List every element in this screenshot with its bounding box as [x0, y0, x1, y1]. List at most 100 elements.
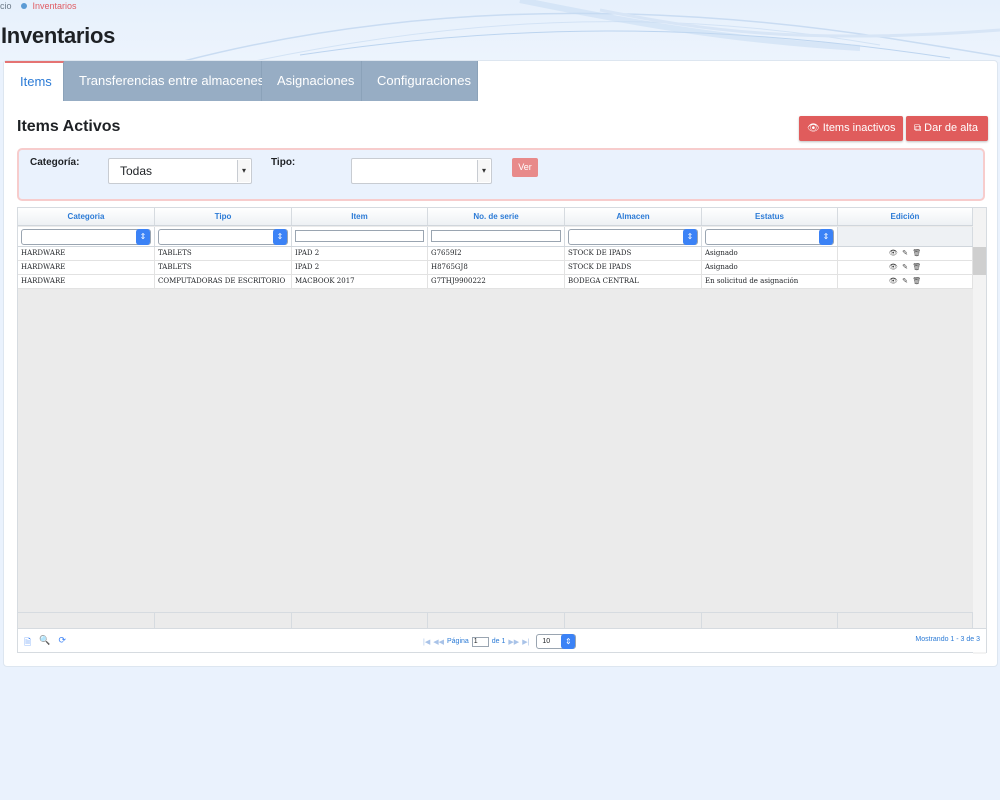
page-of-label: de 1	[491, 638, 506, 645]
column-header-estatus[interactable]: Estatus	[702, 208, 838, 225]
table-row[interactable]: HARDWARE COMPUTADORAS DE ESCRITORIO MACB…	[18, 275, 973, 289]
column-header-edicion: Edición	[838, 208, 973, 225]
cell-categoria: HARDWARE	[18, 275, 155, 288]
items-inactivos-label: Items inactivos	[822, 122, 896, 134]
ver-button[interactable]: Ver	[512, 158, 538, 177]
serie-column-filter[interactable]	[431, 230, 561, 242]
cell-item: IPAD 2	[292, 247, 428, 260]
breadcrumb-home[interactable]: cio	[0, 0, 12, 12]
item-column-filter[interactable]	[295, 230, 424, 242]
prev-page-icon[interactable]: ◀◀	[433, 638, 444, 646]
dar-de-alta-label: Dar de alta	[924, 122, 978, 134]
column-header-serie[interactable]: No. de serie	[428, 208, 565, 225]
updown-icon: ⇕	[136, 229, 150, 245]
view-eye-icon[interactable]: 👁	[889, 263, 898, 271]
table-row[interactable]: HARDWARE TABLETS IPAD 2 H8765GJ8 STOCK D…	[18, 261, 973, 275]
header-wave-decoration	[179, 0, 1000, 62]
tab-transferencias[interactable]: Transferencias entre almacenes	[64, 61, 264, 101]
filter-cell-tipo: ⇕	[155, 227, 292, 246]
column-header-almacen[interactable]: Almacen	[565, 208, 702, 225]
last-page-icon[interactable]: ▶|	[522, 638, 529, 646]
breadcrumb: cio Inventarios	[0, 0, 77, 12]
search-icon[interactable]: 🔍	[39, 635, 50, 651]
categoria-label: Categoría:	[30, 157, 80, 168]
chevron-down-icon: ▾	[237, 160, 250, 182]
updown-icon: ⇕	[683, 229, 697, 245]
filter-panel: Categoría: Todas ▾ Tipo: ▾ Ver	[17, 148, 985, 201]
view-eye-icon[interactable]: 👁	[889, 249, 898, 257]
trash-icon[interactable]: 🗑	[912, 263, 921, 271]
page-label: Página	[446, 638, 469, 645]
filter-cell-serie	[428, 227, 565, 246]
external-link-icon: ⧉	[914, 123, 922, 134]
tab-items[interactable]: Items	[5, 61, 64, 101]
tab-bar: Items Transferencias entre almacenes Asi…	[5, 61, 478, 101]
grid-body: HARDWARE TABLETS IPAD 2 G7659I2 STOCK DE…	[18, 247, 973, 289]
eye-icon: 👁	[807, 123, 820, 134]
categoria-select-value: Todas	[120, 164, 153, 178]
refresh-icon[interactable]: ⟳	[58, 635, 66, 651]
tipo-select[interactable]: ▾	[351, 158, 492, 184]
cell-categoria: HARDWARE	[18, 261, 155, 274]
items-grid: Categoria Tipo Item No. de serie Almacen…	[17, 207, 987, 654]
breadcrumb-dot-icon	[20, 3, 27, 9]
scrollbar-thumb[interactable]	[973, 247, 986, 275]
table-row[interactable]: HARDWARE TABLETS IPAD 2 G7659I2 STOCK DE…	[18, 247, 973, 261]
column-header-categoria[interactable]: Categoria	[18, 208, 155, 225]
grid-scrollbar[interactable]	[973, 208, 986, 654]
items-inactivos-button[interactable]: 👁 Items inactivos	[799, 116, 903, 141]
header-background	[0, 0, 1000, 62]
filter-cell-item	[292, 227, 428, 246]
next-page-icon[interactable]: ▶▶	[508, 638, 519, 646]
rows-per-page-value: 10	[542, 638, 551, 645]
categoria-column-filter[interactable]: ⇕	[21, 229, 151, 245]
breadcrumb-current: Inventarios	[32, 1, 77, 11]
tipo-label: Tipo:	[271, 157, 296, 168]
cell-edicion: 👁 ✎ 🗑	[838, 247, 973, 260]
cell-estatus: Asignado	[702, 261, 838, 274]
categoria-select[interactable]: Todas ▾	[108, 158, 252, 184]
cell-estatus: Asignado	[702, 247, 838, 260]
updown-icon: ⇕	[819, 229, 833, 245]
column-header-tipo[interactable]: Tipo	[155, 208, 292, 225]
grid-pager: 🗎 🔍 ⟳ |◀ ◀◀ Página 1 de 1 ▶▶ ▶| 10 ⇕ Mos…	[18, 628, 986, 652]
grid-footer-row	[18, 612, 973, 628]
edit-icon[interactable]: ✎	[902, 249, 908, 257]
dar-de-alta-button[interactable]: ⧉ Dar de alta	[906, 116, 988, 141]
cell-almacen: BODEGA CENTRAL	[565, 275, 702, 288]
cell-edicion: 👁 ✎ 🗑	[838, 261, 973, 274]
filter-cell-categoria: ⇕	[18, 227, 155, 246]
rows-per-page-select[interactable]: 10 ⇕	[536, 634, 577, 649]
pager-navigation: |◀ ◀◀ Página 1 de 1 ▶▶ ▶| 10 ⇕	[423, 634, 577, 649]
first-page-icon[interactable]: |◀	[423, 638, 430, 646]
trash-icon[interactable]: 🗑	[912, 249, 921, 257]
cell-serie: G7659I2	[428, 247, 565, 260]
inventory-card: Items Transferencias entre almacenes Asi…	[3, 60, 998, 667]
file-icon[interactable]: 🗎	[24, 635, 31, 651]
pager-tools: 🗎 🔍 ⟳	[24, 635, 66, 651]
edit-icon[interactable]: ✎	[902, 277, 908, 285]
cell-almacen: STOCK DE IPADS	[565, 261, 702, 274]
cell-serie: G7THJ9900222	[428, 275, 565, 288]
filter-cell-estatus: ⇕	[702, 227, 838, 246]
tab-asignaciones[interactable]: Asignaciones	[262, 61, 362, 101]
page-number-input[interactable]: 1	[471, 636, 489, 647]
column-header-item[interactable]: Item	[292, 208, 428, 225]
cell-serie: H8765GJ8	[428, 261, 565, 274]
cell-almacen: STOCK DE IPADS	[565, 247, 702, 260]
filter-cell-edicion	[838, 227, 973, 246]
tab-configuraciones[interactable]: Configuraciones	[362, 61, 478, 101]
cell-edicion: 👁 ✎ 🗑	[838, 275, 973, 288]
cell-tipo: TABLETS	[155, 247, 292, 260]
almacen-column-filter[interactable]: ⇕	[568, 229, 698, 245]
tipo-column-filter[interactable]: ⇕	[158, 229, 288, 245]
estatus-column-filter[interactable]: ⇕	[705, 229, 834, 245]
section-title: Items Activos	[17, 118, 121, 135]
cell-estatus: En solicitud de asignación	[702, 275, 838, 288]
cell-item: MACBOOK 2017	[292, 275, 428, 288]
edit-icon[interactable]: ✎	[902, 263, 908, 271]
view-eye-icon[interactable]: 👁	[889, 277, 898, 285]
grid-header: Categoria Tipo Item No. de serie Almacen…	[18, 208, 973, 226]
cell-tipo: TABLETS	[155, 261, 292, 274]
trash-icon[interactable]: 🗑	[912, 277, 921, 285]
